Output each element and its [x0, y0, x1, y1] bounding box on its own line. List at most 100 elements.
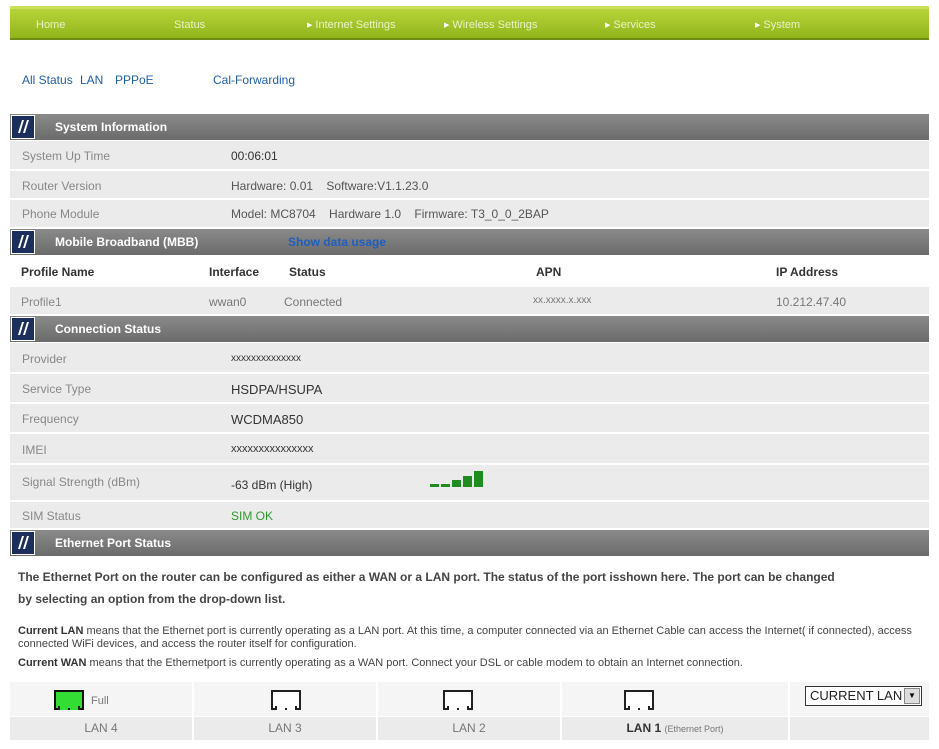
wan-term: Current WAN [18, 657, 87, 669]
subnav-pppoe[interactable]: PPPoE [115, 73, 154, 87]
port-label: LAN 3 [194, 717, 376, 740]
lan-term: Current LAN [18, 625, 84, 637]
ethernet-intro-line2: by selecting an option from the drop-dow… [18, 592, 286, 606]
nav-internet-settings[interactable]: ▶ Internet Settings [307, 19, 396, 31]
port-label: LAN 2 [378, 717, 560, 740]
port-note: (Ethernet Port) [664, 724, 724, 734]
ethernet-lan-description: Current LAN means that the Ethernet port… [18, 625, 923, 651]
signal-bar [463, 476, 472, 487]
signal-strength-icon [430, 471, 510, 487]
col-interface: Interface [209, 265, 260, 279]
section-title: System Information [55, 120, 168, 134]
row-label: IMEI [22, 443, 47, 457]
top-nav: Home Status ▶ Internet Settings ▶ Wireless… [10, 6, 929, 40]
section-title: Ethernet Port Status [55, 536, 172, 550]
subnav-lan[interactable]: LAN [80, 73, 103, 87]
triangle-right-icon: ▶ [755, 22, 761, 29]
signal-strength-row: Signal Strength (dBm) -63 dBm (High) [10, 465, 929, 501]
port-lan2: LAN 2 [378, 682, 561, 740]
cell-status: Connected [284, 295, 343, 309]
port-lan1: LAN 1 (Ethernet Port) [562, 682, 789, 740]
port-label: LAN 1 [626, 721, 662, 735]
port-link-status: Full [91, 695, 109, 707]
row-label: SIM Status [22, 509, 81, 523]
section-title: Mobile Broadband (MBB) [55, 235, 199, 249]
triangle-right-icon: ▶ [444, 22, 450, 29]
nav-status-label: Status [174, 19, 206, 31]
ethernet-port-icon [54, 690, 84, 710]
row-value: 00:06:01 [231, 149, 278, 163]
row-label: Phone Module [22, 207, 100, 221]
imei-row: IMEI xxxxxxxxxxxxxxx [10, 434, 929, 464]
nav-system[interactable]: ▶ System [755, 19, 800, 31]
signal-bar [441, 484, 450, 487]
section-header-mbb: Mobile Broadband (MBB) Show data usage [10, 229, 929, 255]
row-value: Model: MC8704 Hardware 1.0 Firmware: T3_… [231, 207, 549, 221]
section-header-ethernet: Ethernet Port Status [10, 530, 929, 556]
ethernet-intro: The Ethernet Port on the router can be c… [18, 566, 923, 610]
section-logo-icon [11, 230, 35, 254]
nav-home[interactable]: Home [36, 19, 65, 31]
ethernet-port-icon [271, 690, 301, 710]
row-value: xxxxxxxxxxxxxxx [231, 443, 314, 455]
nav-system-label: System [763, 19, 801, 31]
system-uptime-row: System Up Time 00:06:01 [10, 141, 929, 170]
nav-services[interactable]: ▶ Services [605, 19, 656, 31]
row-value: Hardware: 0.01 Software:V1.1.23.0 [231, 179, 429, 193]
row-label: Provider [22, 352, 67, 366]
router-version-row: Router Version Hardware: 0.01 Software:V… [10, 171, 929, 199]
port-lan3: LAN 3 [194, 682, 377, 740]
nav-home-label: Home [36, 19, 66, 31]
nav-status[interactable]: Status [174, 19, 205, 31]
table-row: Profile1 wwan0 Connected xx.xxxx.x.xxx 1… [10, 287, 929, 315]
nav-wireless-settings-label: Wireless Settings [452, 19, 538, 31]
show-data-usage-link[interactable]: Show data usage [288, 235, 386, 249]
ethernet-port-icon [624, 690, 654, 710]
section-logo-icon [11, 115, 35, 139]
chevron-down-icon[interactable]: ▼ [904, 688, 920, 704]
lan-text: means that the Ethernet port is currentl… [18, 625, 912, 650]
section-logo-icon [11, 531, 35, 555]
row-label: Frequency [22, 412, 79, 426]
frequency-row: Frequency WCDMA850 [10, 404, 929, 433]
nav-internet-settings-label: Internet Settings [315, 19, 396, 31]
cell-apn: xx.xxxx.x.xxx [533, 295, 592, 306]
port-label-container: LAN 1 (Ethernet Port) [562, 717, 788, 740]
mbb-table-header: Profile Name Interface Status APN IP Add… [10, 256, 929, 286]
wan-text: means that the Ethernetport is currently… [86, 657, 743, 669]
section-header-system-info: System Information [10, 114, 929, 140]
port-mode-select[interactable]: CURRENT LAN ▼ [805, 686, 922, 706]
port-cell-top [562, 682, 788, 716]
phone-module-row: Phone Module Model: MC8704 Hardware 1.0 … [10, 200, 929, 228]
ethernet-wan-description: Current WAN means that the Ethernetport … [18, 657, 923, 670]
ethernet-intro-line1: The Ethernet Port on the router can be c… [18, 570, 835, 584]
subnav-all-status[interactable]: All Status [22, 73, 73, 87]
service-type-row: Service Type HSDPA/HSUPA [10, 374, 929, 403]
row-label: System Up Time [22, 149, 111, 163]
cell-interface: wwan0 [209, 295, 247, 309]
row-value: WCDMA850 [231, 412, 304, 427]
sim-status-row: SIM Status SIM OK [10, 502, 929, 529]
port-mode-selected: CURRENT LAN [810, 688, 903, 703]
signal-bar [452, 480, 461, 487]
nav-wireless-settings[interactable]: ▶ Wireless Settings [444, 19, 537, 31]
signal-bar [430, 484, 439, 487]
col-status: Status [289, 265, 326, 279]
row-value: xxxxxxxxxxxxxx [231, 353, 301, 364]
ethernet-port-icon [443, 690, 473, 710]
row-value: SIM OK [231, 509, 274, 523]
nav-services-label: Services [613, 19, 656, 31]
triangle-right-icon: ▶ [307, 22, 313, 29]
col-ip-address: IP Address [776, 265, 839, 279]
row-value: HSDPA/HSUPA [231, 382, 323, 397]
subnav-call-forwarding[interactable]: Cal-Forwarding [213, 73, 295, 87]
section-header-connection: Connection Status [10, 316, 929, 342]
row-label: Router Version [22, 179, 102, 193]
port-cell-bottom [790, 717, 929, 740]
cell-profile-name: Profile1 [21, 295, 62, 309]
signal-bar [474, 471, 483, 487]
port-label: LAN 4 [10, 717, 192, 740]
row-label: Service Type [22, 382, 92, 396]
ethernet-port-table: Full LAN 4 LAN 3 LAN 2 LAN 1 (Ethernet P… [10, 682, 929, 740]
row-value: -63 dBm (High) [231, 478, 313, 492]
